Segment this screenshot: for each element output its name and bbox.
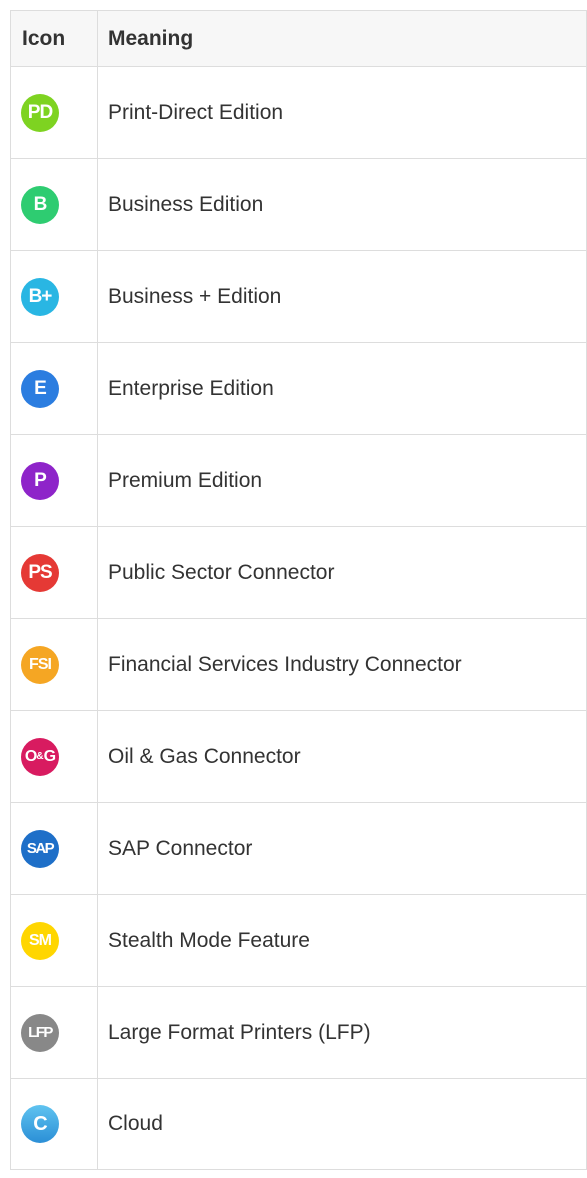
table-row: E Enterprise Edition <box>10 342 587 435</box>
row-label: Oil & Gas Connector <box>97 710 587 803</box>
sap-connector-icon: SAP <box>21 829 59 868</box>
row-label: Print-Direct Edition <box>97 66 587 159</box>
print-direct-edition-icon: PD <box>21 93 59 132</box>
column-header-meaning: Meaning <box>97 10 587 67</box>
column-header-icon: Icon <box>10 10 98 67</box>
public-sector-connector-icon: PS <box>21 553 59 592</box>
row-label: Financial Services Industry Connector <box>97 618 587 711</box>
business-plus-edition-icon: B+ <box>21 277 59 316</box>
financial-services-connector-icon: FSI <box>21 645 59 684</box>
table-row: PD Print-Direct Edition <box>10 66 587 159</box>
table-row: C Cloud <box>10 1078 587 1170</box>
row-label: Business Edition <box>97 158 587 251</box>
table-row: LFP Large Format Printers (LFP) <box>10 986 587 1079</box>
table-row: SM Stealth Mode Feature <box>10 894 587 987</box>
cloud-icon: C <box>21 1105 59 1143</box>
row-label: Business + Edition <box>97 250 587 343</box>
table-row: B Business Edition <box>10 158 587 251</box>
stealth-mode-icon: SM <box>21 921 59 960</box>
enterprise-edition-icon: E <box>21 369 59 408</box>
row-label: Cloud <box>97 1078 587 1170</box>
large-format-printers-icon: LFP <box>21 1013 59 1052</box>
row-label: Public Sector Connector <box>97 526 587 619</box>
row-label: SAP Connector <box>97 802 587 895</box>
table-row: PS Public Sector Connector <box>10 526 587 619</box>
table-row: FSI Financial Services Industry Connecto… <box>10 618 587 711</box>
table-row: B+ Business + Edition <box>10 250 587 343</box>
premium-edition-icon: P <box>21 461 59 500</box>
oil-gas-connector-icon: O & G <box>21 737 59 776</box>
table-row: P Premium Edition <box>10 434 587 527</box>
row-label: Enterprise Edition <box>97 342 587 435</box>
editions-legend-table: Icon Meaning PD Print-Direct Edition B B… <box>10 10 587 1170</box>
table-row: SAP SAP Connector <box>10 802 587 895</box>
business-edition-icon: B <box>21 185 59 224</box>
row-label: Stealth Mode Feature <box>97 894 587 987</box>
row-label: Large Format Printers (LFP) <box>97 986 587 1079</box>
table-header-row: Icon Meaning <box>10 10 587 67</box>
table-row: O & G Oil & Gas Connector <box>10 710 587 803</box>
row-label: Premium Edition <box>97 434 587 527</box>
